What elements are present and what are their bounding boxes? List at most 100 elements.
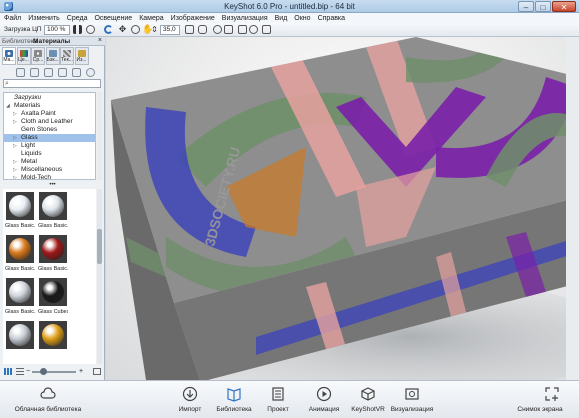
export-icon[interactable]	[72, 68, 81, 77]
backplates-icon	[48, 50, 57, 57]
material-thumbnail[interactable]: Glass Basic...	[38, 234, 68, 276]
tree-item[interactable]: ▷ Metal	[4, 158, 95, 166]
expand-arrow-icon[interactable]: ▷	[13, 174, 17, 179]
field-of-view-value: 35,0	[163, 26, 176, 33]
library-search-input[interactable]: ⌕	[3, 79, 101, 88]
screenshot-label: Снимок экрана	[517, 406, 563, 413]
region-icon[interactable]	[238, 25, 247, 34]
render-button[interactable]: Визуализация	[391, 381, 433, 418]
viewport-scrollbar[interactable]	[566, 37, 579, 380]
animation-button[interactable]: Анимация	[309, 381, 339, 418]
material-thumbnail[interactable]	[38, 320, 68, 362]
tree-item[interactable]: Gem Stones	[4, 126, 95, 134]
collapse-arrow-icon[interactable]: ◢	[6, 102, 10, 110]
menu-view[interactable]: Вид	[275, 15, 288, 22]
menu-file[interactable]: Файл	[4, 15, 21, 22]
material-thumbnail[interactable]: Glass Cubes...	[38, 277, 68, 319]
upload-icon[interactable]	[58, 68, 67, 77]
tree-item[interactable]: ▷ Light	[4, 142, 95, 150]
panel-splitter[interactable]: •••	[0, 182, 105, 188]
expand-arrow-icon[interactable]: ▷	[13, 110, 17, 118]
project-button[interactable]: Проект	[267, 381, 289, 418]
tab-favorites[interactable]: Из...	[74, 47, 89, 65]
panel-close-icon[interactable]: ×	[98, 37, 102, 44]
fit-to-view-icon[interactable]: ✥	[118, 25, 127, 34]
field-of-view-input[interactable]: 35,0	[160, 25, 180, 35]
environment-icon[interactable]	[249, 25, 258, 34]
thumbnail-size-slider[interactable]	[32, 368, 76, 375]
tree-item[interactable]: ▷ Glass	[4, 134, 95, 142]
tree-item[interactable]: ▷ Mold-Tech	[4, 174, 95, 179]
menu-environment[interactable]: Среда	[67, 15, 88, 22]
folder-icon[interactable]	[44, 68, 53, 77]
cloud-library-button[interactable]: Облачная библиотека	[15, 381, 81, 418]
tab-textures[interactable]: Тек...	[60, 47, 74, 65]
keyshotvr-button[interactable]: KeyShotVR	[351, 381, 385, 418]
lock-icon[interactable]	[224, 25, 233, 34]
menu-camera[interactable]: Камера	[139, 15, 163, 22]
cpu-usage-select[interactable]: 100 %	[44, 25, 70, 35]
render-viewport[interactable]: 3DSOCIETY.RU	[106, 37, 579, 380]
refresh-icon[interactable]	[104, 25, 113, 34]
material-thumbnail[interactable]: Glass Basic...	[38, 191, 68, 233]
import-button[interactable]: Импорт	[179, 381, 201, 418]
tree-item[interactable]: ▷ Miscellaneous	[4, 166, 95, 174]
library-panel: Библиотека Материалы × Ма... Це... Ср...…	[0, 37, 105, 380]
maximize-button[interactable]: □	[535, 1, 551, 12]
tree-item[interactable]: Liquids	[4, 150, 95, 158]
material-thumbnail[interactable]	[5, 320, 35, 362]
tree-item-label: Загрузки	[14, 94, 42, 101]
geometry-view-icon[interactable]	[198, 25, 207, 34]
tree-item[interactable]: Загрузки	[4, 94, 95, 102]
tab-backplates[interactable]: Бэк...	[45, 47, 60, 65]
thumbnail-scrollbar[interactable]	[97, 189, 102, 364]
performance-mode-icon[interactable]	[86, 25, 95, 34]
expand-arrow-icon[interactable]: ▷	[13, 158, 17, 166]
library-button[interactable]: Библиотека	[216, 381, 252, 418]
tree-item-label: Cloth and Leather	[21, 118, 73, 125]
tree-item[interactable]: ◢ Materials	[4, 102, 95, 110]
menu-help[interactable]: Справка	[318, 15, 345, 22]
zoom-in-icon[interactable]: +	[79, 368, 83, 375]
menu-edit[interactable]: Изменить	[28, 15, 60, 22]
tree-item[interactable]: ▷ Axalta Paint	[4, 110, 95, 118]
zoom-out-icon[interactable]: −	[26, 368, 30, 375]
material-preview	[6, 321, 34, 349]
close-button[interactable]: ✕	[552, 1, 576, 12]
pause-icon[interactable]	[73, 25, 82, 34]
expand-arrow-icon[interactable]: ▷	[13, 142, 17, 150]
tumble-icon[interactable]	[131, 25, 140, 34]
menu-lighting[interactable]: Освещение	[94, 15, 132, 22]
list-view-icon[interactable]	[16, 368, 24, 375]
import-icon[interactable]	[30, 68, 39, 77]
material-thumbnail[interactable]: Glass Basic...	[5, 234, 35, 276]
tree-item[interactable]: ▷ Cloth and Leather	[4, 118, 95, 126]
scene-render: 3DSOCIETY.RU	[111, 37, 579, 380]
panel-settings-icon[interactable]	[93, 368, 101, 375]
menu-window[interactable]: Окно	[294, 15, 310, 22]
dolly-icon[interactable]: ⇕	[150, 25, 159, 34]
grid-view-icon[interactable]	[4, 368, 12, 375]
screenshot-button[interactable]: Снимок экрана	[517, 381, 563, 418]
slider-knob[interactable]	[40, 368, 47, 375]
panel-header: Библиотека Материалы ×	[0, 37, 105, 46]
material-thumbnail[interactable]: Glass Basic...	[5, 191, 35, 233]
minimize-button[interactable]: –	[518, 1, 534, 12]
menu-image[interactable]: Изображение	[171, 15, 215, 22]
refresh-library-icon[interactable]	[86, 68, 95, 77]
expand-arrow-icon[interactable]: ▷	[13, 118, 17, 126]
tree-scrollbar[interactable]	[97, 92, 102, 180]
world-icon[interactable]	[213, 25, 222, 34]
expand-arrow-icon[interactable]: ▷	[13, 166, 17, 174]
expand-arrow-icon[interactable]: ▷	[13, 134, 17, 142]
material-thumbnail[interactable]: Glass Basic...	[5, 277, 35, 319]
add-folder-icon[interactable]	[16, 68, 25, 77]
material-sphere-icon	[42, 195, 64, 217]
screenshot-settings-icon[interactable]	[262, 25, 271, 34]
tab-colors[interactable]: Це...	[16, 47, 31, 65]
scrollbar-thumb[interactable]	[97, 229, 102, 264]
tab-environments[interactable]: Ср...	[31, 47, 45, 65]
menu-render[interactable]: Визуализация	[222, 15, 268, 22]
camera-icon[interactable]	[185, 25, 194, 34]
tab-materials[interactable]: Ма...	[2, 47, 16, 65]
